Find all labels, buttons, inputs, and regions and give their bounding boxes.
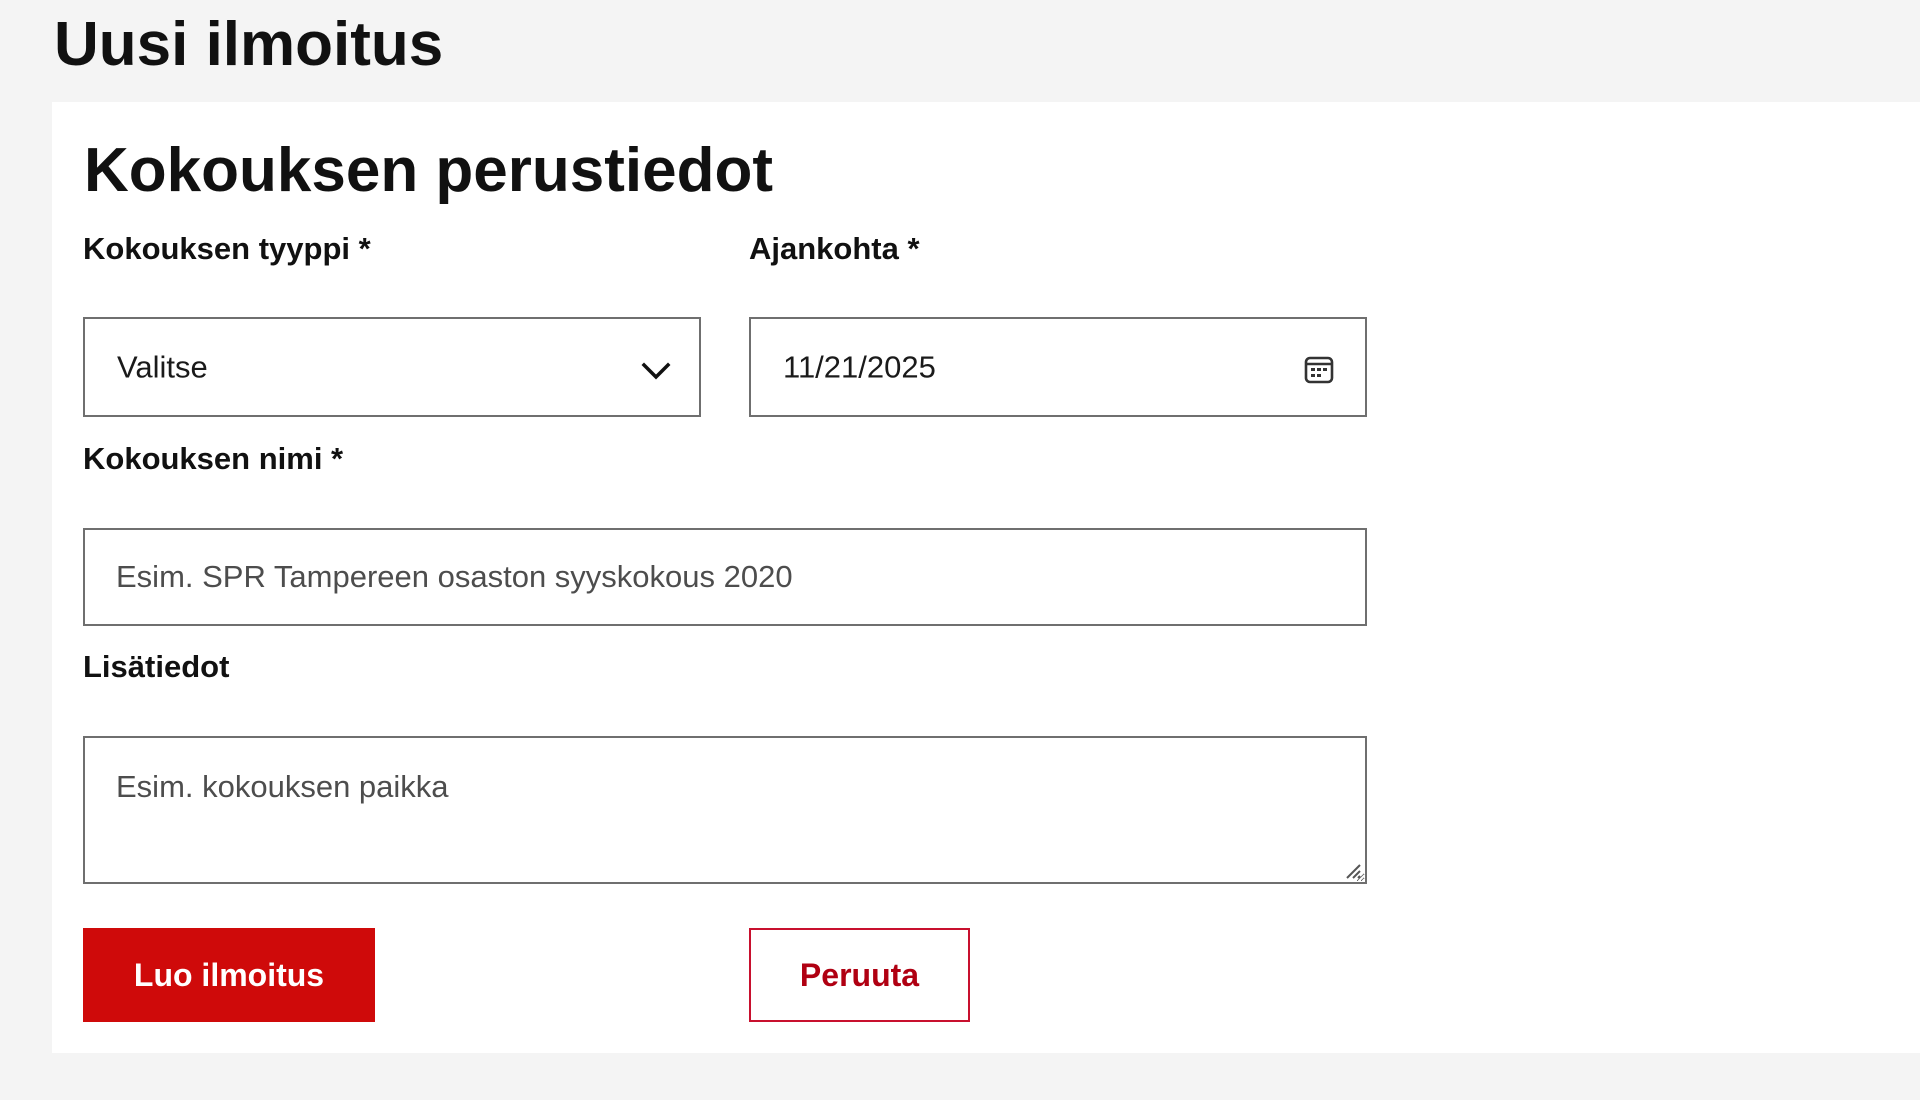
additional-info-textarea[interactable]: [83, 736, 1367, 884]
meeting-form-card: Kokouksen perustiedot Kokouksen tyyppi *…: [52, 102, 1920, 1053]
date-label: Ajankohta *: [749, 231, 920, 266]
cancel-button[interactable]: Peruuta: [749, 928, 970, 1022]
meeting-name-label: Kokouksen nimi *: [83, 441, 344, 476]
calendar-icon[interactable]: [1303, 353, 1335, 385]
additional-info-label: Lisätiedot: [83, 649, 230, 684]
resize-handle-icon[interactable]: [1344, 862, 1362, 880]
meeting-type-select[interactable]: Valitse: [83, 317, 701, 417]
create-notice-button[interactable]: Luo ilmoitus: [83, 928, 375, 1022]
chevron-down-icon: [641, 362, 671, 380]
meeting-type-label: Kokouksen tyyppi *: [83, 231, 371, 266]
page-title: Uusi ilmoitus: [54, 10, 444, 79]
meeting-type-value: Valitse: [117, 349, 208, 385]
section-title: Kokouksen perustiedot: [84, 136, 773, 205]
date-input[interactable]: 11/21/2025: [749, 317, 1367, 417]
meeting-name-input[interactable]: [83, 528, 1367, 626]
date-value: 11/21/2025: [783, 349, 936, 385]
